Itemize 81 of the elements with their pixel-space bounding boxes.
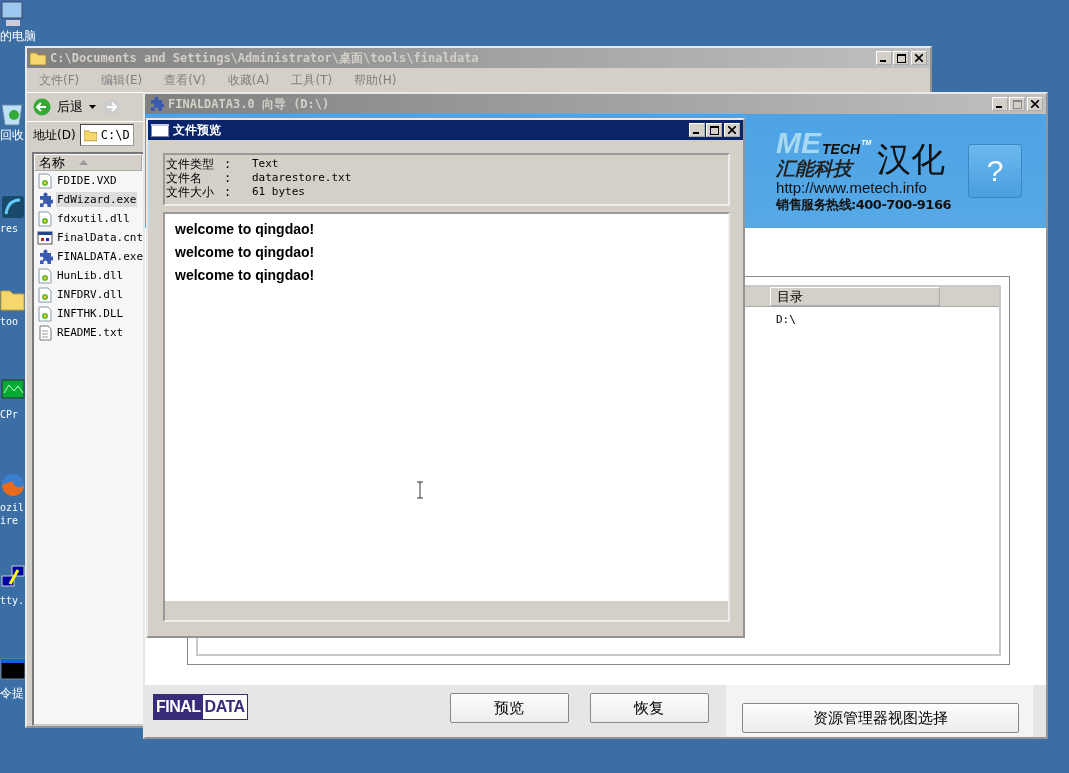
text-file-icon <box>37 324 53 341</box>
footer-logo: FINAL DATA <box>153 694 248 720</box>
desktop-icon-label[interactable]: 回收 <box>0 129 24 142</box>
desktop-icon-label[interactable]: res <box>0 222 19 235</box>
desktop-icon-label[interactable]: 令提 <box>0 687 24 700</box>
help-file-icon <box>37 229 53 246</box>
puzzle-icon <box>37 191 53 208</box>
info-separator: : <box>224 185 233 199</box>
close-button[interactable] <box>724 123 740 137</box>
maximize-icon <box>709 125 719 135</box>
document-gear-icon <box>37 286 53 303</box>
dialog-title: 文件预览 <box>173 121 222 139</box>
desktop-icon-label[interactable]: ozil ire <box>0 501 25 527</box>
action-button[interactable]: 预览 <box>449 693 569 723</box>
file-name[interactable]: FinalData.cnt <box>56 230 145 245</box>
preview-text-line: welcome to qingdao! <box>175 220 315 239</box>
file-name[interactable]: FDIDE.VXD <box>56 173 118 188</box>
window-title: C:\Documents and Settings\Administrator\桌面\tools\finaldata <box>50 49 480 67</box>
minimize-button[interactable] <box>992 97 1008 111</box>
info-value: 61 bytes <box>252 185 305 199</box>
close-button[interactable] <box>911 51 927 65</box>
info-label: 文件名 <box>166 171 203 185</box>
info-label: 文件大小 <box>166 185 215 199</box>
close-icon <box>728 126 736 134</box>
maximize-button[interactable] <box>893 51 909 65</box>
document-gear-icon <box>37 305 53 322</box>
window-icon <box>151 123 169 137</box>
minimize-button[interactable] <box>876 51 892 65</box>
file-name[interactable]: FdWizard.exe <box>56 192 138 207</box>
table-cell: D:\ <box>776 313 796 326</box>
globe-fox-icon <box>0 471 26 499</box>
puzzle-icon <box>148 96 164 112</box>
dropdown-caret-icon <box>89 105 96 109</box>
maximize-icon <box>1012 99 1022 109</box>
preview-text-line: welcome to qingdao! <box>175 266 315 285</box>
address-label: 地址(D) <box>33 126 76 144</box>
window-title: FINALDATA3.0 向导 (D:\) <box>168 95 331 113</box>
desktop-icon-label[interactable]: too <box>0 315 19 328</box>
folder-icon <box>83 128 97 142</box>
desktop-icon-label[interactable]: tty. <box>0 594 25 607</box>
file-name[interactable]: INFTHK.DLL <box>56 306 125 321</box>
puzzle-icon <box>37 248 53 265</box>
close-icon <box>915 54 923 62</box>
file-name[interactable]: INFDRV.dll <box>56 287 125 302</box>
address-field[interactable]: C:\D <box>79 124 134 146</box>
file-name[interactable]: fdxutil.dll <box>56 211 131 226</box>
sort-arrow-icon <box>79 160 88 165</box>
maximize-icon <box>896 53 906 63</box>
computer-icon <box>0 0 26 28</box>
minimize-button[interactable] <box>689 123 705 137</box>
column-header[interactable]: 目录 <box>770 287 940 306</box>
logo-text: ME <box>776 129 822 157</box>
file-name[interactable]: README.txt <box>56 325 125 340</box>
file-name[interactable]: HunLib.dll <box>56 268 125 283</box>
text-cursor-icon <box>416 481 424 499</box>
close-icon <box>1031 100 1039 108</box>
back-button[interactable]: 后退 <box>33 98 83 116</box>
folder-icon <box>30 51 46 65</box>
horizontal-scrollbar[interactable] <box>165 600 728 620</box>
logo-text: 汉化 <box>877 139 946 179</box>
desktop-icon-label[interactable]: 的电脑 <box>0 30 36 43</box>
desktop-icon-label[interactable]: CPr <box>0 408 19 421</box>
document-gear-icon <box>37 210 53 227</box>
hotline-text: 销售服务热线:400-700-9166 <box>776 196 951 213</box>
info-separator: : <box>224 171 233 185</box>
info-value: Text <box>252 157 279 171</box>
website-url: http://www.metech.info <box>776 179 927 196</box>
info-value: datarestore.txt <box>252 171 352 185</box>
preview-text-line: welcome to qingdao! <box>175 243 315 262</box>
document-gear-icon <box>37 267 53 284</box>
company-name: 汇能科技 <box>776 157 856 179</box>
view-select-button[interactable]: 资源管理器视图选择 <box>741 703 1019 733</box>
document-gear-icon <box>37 172 53 189</box>
info-separator: : <box>224 157 233 171</box>
close-button[interactable] <box>1027 97 1043 111</box>
info-label: 文件类型 <box>166 157 215 171</box>
logo-text: TECH <box>822 141 861 157</box>
action-button[interactable]: 恢复 <box>589 693 709 723</box>
file-name[interactable]: FINALDATA.exe <box>56 249 145 264</box>
maximize-button[interactable] <box>706 123 722 137</box>
column-header[interactable]: 名称 <box>34 154 142 171</box>
